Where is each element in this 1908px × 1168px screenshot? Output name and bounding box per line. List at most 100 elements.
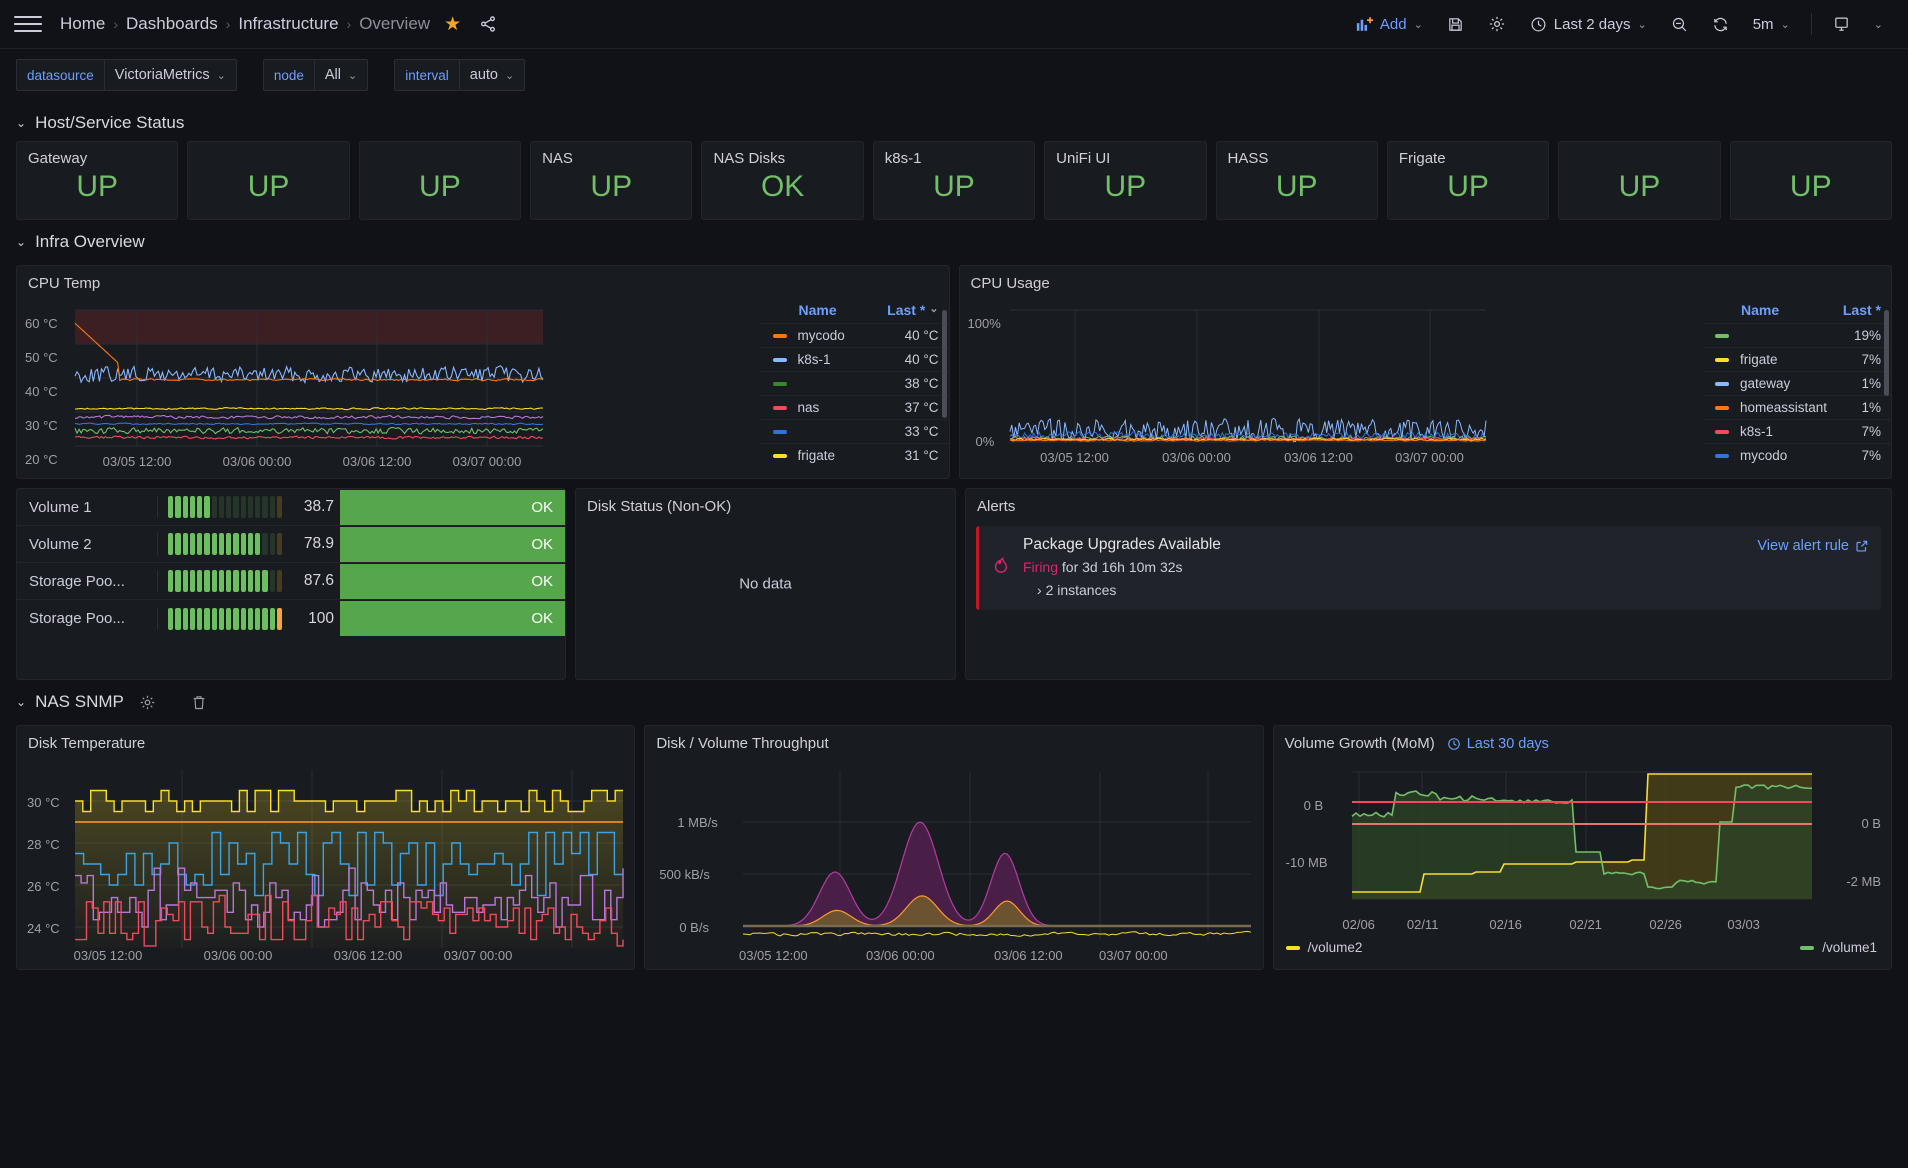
save-dashboard-button[interactable] (1438, 8, 1473, 40)
kiosk-mode-button[interactable] (1824, 8, 1859, 40)
legend-item[interactable]: 19% (1703, 323, 1891, 347)
variable-label-interval[interactable]: interval (394, 59, 459, 91)
legend-item-volume1[interactable]: /volume1 (1800, 940, 1877, 955)
legend-header[interactable]: Name Last * (1703, 302, 1891, 323)
sort-chevron-icon[interactable]: ⌄ (929, 302, 938, 318)
legend-scrollbar[interactable] (1884, 310, 1889, 396)
y-right-tick: -2 MB (1846, 874, 1881, 889)
chevron-down-icon[interactable]: ⌄ (16, 235, 26, 249)
stat-panel[interactable]: UP (187, 141, 350, 220)
refresh-button[interactable] (1703, 8, 1738, 40)
time-override-badge[interactable]: Last 30 days (1447, 736, 1549, 752)
stat-panel-value: UP (247, 170, 290, 203)
cpu-usage-plot[interactable]: 100% 0% 03/05 12:00 03/06 00:00 03/06 12… (960, 292, 1704, 478)
legend-value: 7% (1861, 352, 1881, 367)
legend-item[interactable]: frigate 7% (1703, 347, 1891, 371)
row-header-status[interactable]: ⌄ Host/Service Status (16, 105, 1892, 141)
alert-item[interactable]: Package Upgrades Available Firing for 3d… (976, 526, 1881, 610)
legend-item[interactable]: 33 °C (760, 419, 949, 443)
variable-value-interval[interactable]: auto ⌄ (458, 59, 526, 91)
breadcrumb-dashboards[interactable]: Dashboards (126, 14, 218, 34)
legend-scrollbar[interactable] (941, 310, 947, 418)
time-range-label: Last 2 days (1553, 15, 1631, 33)
legend-header[interactable]: Name Last * ⌄ (761, 302, 949, 323)
dashboard-settings-button[interactable] (1479, 8, 1515, 40)
volume-growth-plot[interactable]: 0 B -10 MB 0 B -2 MB 02/06 02/11 02/16 0… (1274, 752, 1891, 968)
stat-panel-value: UP (590, 170, 633, 203)
x-tick: 03/07 00:00 (1098, 948, 1168, 963)
legend-item[interactable]: nas 37 °C (760, 395, 949, 419)
stat-panel[interactable]: NAS UP (530, 141, 693, 220)
gauge-cell (218, 496, 224, 518)
chevron-down-icon[interactable]: ⌄ (16, 116, 26, 130)
stat-panel[interactable]: HASS UP (1215, 141, 1378, 220)
variable-value-node[interactable]: All ⌄ (313, 59, 369, 91)
alert-instances-toggle[interactable]: › 2 instances (1023, 582, 1745, 598)
hamburger-icon[interactable] (14, 10, 42, 38)
legend-item[interactable]: frigate 31 °C (760, 443, 949, 467)
stat-panel[interactable]: UP (1558, 141, 1721, 220)
chevron-down-icon: ⌄ (504, 69, 515, 82)
legend-label: gateway (1740, 376, 1791, 391)
legend-item[interactable]: k8s-1 7% (1703, 419, 1891, 443)
row-delete-trash-icon[interactable] (191, 694, 207, 711)
stat-panel[interactable]: UP (1729, 141, 1892, 220)
legend-item[interactable]: k8s-1 40 °C (760, 347, 949, 371)
gauge-row-value: 78.9 (303, 535, 334, 552)
zoom-out-button[interactable] (1662, 8, 1697, 40)
legend-item[interactable]: mycodo 40 °C (760, 323, 949, 347)
chevron-down-icon: ⌄ (216, 69, 226, 82)
gauge-cell (189, 533, 195, 555)
panel-title-disk-temperature[interactable]: Disk Temperature (17, 726, 634, 752)
stat-panel[interactable]: UniFi UI UP (1044, 141, 1207, 220)
legend-item-volume2[interactable]: /volume2 (1285, 940, 1362, 955)
panel-title-cpu-temp[interactable]: CPU Temp (17, 266, 949, 292)
stat-panel-title: NAS Disks (713, 150, 786, 167)
panel-title-throughput[interactable]: Disk / Volume Throughput (645, 726, 1262, 752)
stat-panel[interactable]: Frigate UP (1386, 141, 1550, 220)
row-settings-gear-icon[interactable] (139, 694, 156, 711)
x-tick: 03/06 00:00 (1162, 450, 1231, 465)
legend-item[interactable]: mycodo 7% (1703, 443, 1891, 467)
stat-panel[interactable]: Gateway UP (16, 141, 179, 220)
panel-title-disk-status[interactable]: Disk Status (Non-OK) (576, 489, 955, 515)
add-panel-button[interactable]: Add ⌄ (1347, 8, 1432, 40)
table-row[interactable]: Storage Poo... 100 OK (17, 600, 565, 637)
panel-title-alerts[interactable]: Alerts (977, 498, 1015, 515)
gauge-cell (233, 607, 239, 630)
disk-temp-plot[interactable]: 30 °C 28 °C 26 °C 24 °C 03/05 12:00 03/0… (17, 752, 634, 968)
stat-panel-title: Gateway (28, 150, 88, 167)
star-filled-icon[interactable]: ★ (444, 13, 461, 36)
table-row[interactable]: Volume 1 38.7 OK (17, 489, 565, 526)
cpu-temp-plot[interactable]: 60 °C 50 °C 40 °C 30 °C 20 °C 03/05 12:0… (17, 292, 761, 478)
legend-col-name: Name (798, 302, 837, 318)
variable-value-datasource[interactable]: VictoriaMetrics ⌄ (103, 59, 237, 91)
legend-swatch (772, 405, 787, 410)
table-row[interactable]: Storage Poo... 87.6 OK (17, 563, 565, 600)
stat-panel[interactable]: UP (358, 141, 522, 220)
panel-title-volume-growth[interactable]: Volume Growth (MoM) (1285, 735, 1435, 752)
row-header-infra[interactable]: ⌄ Infra Overview (16, 224, 1892, 260)
legend-item[interactable]: gateway 1% (1703, 371, 1891, 395)
throughput-plot[interactable]: 1 MB/s 500 kB/s 0 B/s 03/05 12:00 03/06 … (645, 752, 1262, 968)
legend-item[interactable]: homeassistant 1% (1703, 395, 1891, 419)
legend-value: 1% (1861, 400, 1881, 415)
time-range-picker[interactable]: Last 2 days ⌄ (1521, 8, 1656, 40)
table-row[interactable]: Volume 2 78.9 OK (17, 526, 565, 563)
legend-label: mycodo (1740, 448, 1788, 463)
chevron-down-icon[interactable]: ⌄ (16, 695, 26, 709)
kiosk-options-button[interactable]: ⌄ (1865, 8, 1892, 40)
breadcrumb-infrastructure[interactable]: Infrastructure (238, 14, 338, 34)
stat-panel[interactable]: NAS Disks OK (701, 141, 864, 220)
breadcrumb-home[interactable]: Home (60, 14, 105, 34)
refresh-interval-picker[interactable]: 5m ⌄ (1744, 8, 1799, 40)
view-alert-rule-link[interactable]: View alert rule (1757, 538, 1869, 554)
x-tick: 03/07 00:00 (452, 454, 522, 469)
stat-panel[interactable]: k8s-1 UP (872, 141, 1036, 220)
share-nodes-icon[interactable] (479, 15, 497, 33)
legend-item[interactable]: 38 °C (760, 371, 949, 395)
variable-label-datasource[interactable]: datasource (16, 59, 104, 91)
panel-title-cpu-usage[interactable]: CPU Usage (960, 266, 1892, 292)
row-header-snmp[interactable]: ⌄ NAS SNMP (16, 684, 1892, 720)
variable-label-node[interactable]: node (262, 59, 314, 91)
